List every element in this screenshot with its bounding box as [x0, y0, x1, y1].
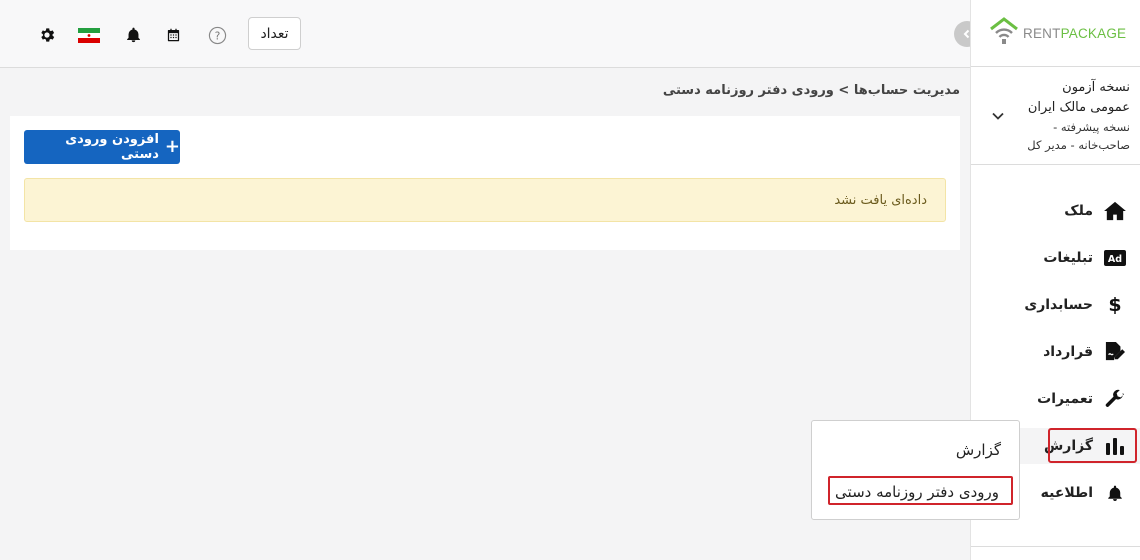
brand-name-package: PACKAGE [1060, 25, 1127, 41]
sidebar-item-label: ملک [1064, 203, 1093, 219]
sidebar-item-accounting[interactable]: $ حسابداری [971, 287, 1140, 323]
gear-icon[interactable] [34, 22, 60, 48]
home-icon [1103, 199, 1127, 223]
sidebar-item-ads[interactable]: Ad تبلیغات [971, 240, 1140, 276]
wrench-icon [1103, 387, 1127, 411]
sidebar-item-label: حسابداری [1024, 297, 1093, 313]
svg-text:Ad: Ad [1108, 254, 1122, 265]
svg-text:?: ? [214, 30, 220, 42]
plus-icon: + [164, 136, 180, 157]
bell-icon [1103, 481, 1127, 505]
sidebar-item-label: گزارش [1043, 438, 1093, 454]
account-role: صاحب‌خانه - مدیر کل [1027, 138, 1130, 152]
breadcrumb: مدیریت حساب‌ها > ورودی دفتر روزنامه دستی [663, 83, 960, 98]
account-plan: نسخه پیشرفته - [1053, 120, 1130, 134]
dollar-icon: $ [1103, 293, 1127, 317]
add-manual-entry-button[interactable]: + افزودن ورودی دستی [24, 130, 180, 164]
breadcrumb-separator: > [838, 83, 850, 98]
brand-logo[interactable]: RENTPACKAGE [989, 17, 1127, 49]
chevron-down-icon[interactable] [991, 106, 1005, 125]
empty-message: داده‌ای یافت نشد [834, 192, 927, 208]
contract-icon [1103, 340, 1127, 364]
ad-icon: Ad [1103, 246, 1127, 270]
iran-flag-icon[interactable] [76, 22, 102, 48]
sidebar-item-label: تعمیرات [1037, 391, 1093, 407]
calendar-icon[interactable] [160, 22, 186, 48]
account-switcher[interactable]: نسخه آزمون عمومی مالک ایران نسخه پیشرفته… [1000, 78, 1130, 154]
brand-name-rent: RENT [1023, 25, 1061, 41]
house-wifi-logo-icon [989, 17, 1019, 49]
report-submenu: گزارش ورودی دفتر روزنامه دستی [811, 420, 1020, 520]
divider [971, 546, 1140, 547]
sidebar-item-label: تبلیغات [1043, 250, 1093, 266]
svg-text:$: $ [1108, 294, 1121, 316]
count-button[interactable]: تعداد [248, 17, 301, 50]
divider [971, 66, 1140, 67]
sidebar-item-property[interactable]: ملک [971, 193, 1140, 229]
account-company: عمومی مالک ایران [1027, 100, 1130, 115]
sidebar-item-repairs[interactable]: تعمیرات [971, 381, 1140, 417]
help-icon[interactable]: ? [204, 22, 230, 48]
submenu-item-report[interactable]: گزارش [956, 441, 1001, 459]
submenu-item-manual-journal[interactable]: ورودی دفتر روزنامه دستی [835, 483, 999, 501]
top-header: ? تعداد [0, 0, 970, 68]
sidebar-item-label: اطلاعیه [1040, 485, 1093, 501]
sidebar-item-label: قرارداد [1043, 344, 1093, 360]
account-title: نسخه آزمون [1062, 80, 1130, 95]
divider [971, 164, 1140, 165]
breadcrumb-current: ورودی دفتر روزنامه دستی [662, 83, 834, 98]
bell-icon[interactable] [120, 22, 146, 48]
breadcrumb-parent[interactable]: مدیریت حساب‌ها [854, 83, 960, 98]
chart-icon [1103, 434, 1127, 458]
add-button-label: افزودن ورودی دستی [65, 132, 159, 162]
empty-state-alert: داده‌ای یافت نشد [24, 178, 946, 222]
sidebar-item-contract[interactable]: قرارداد [971, 334, 1140, 370]
